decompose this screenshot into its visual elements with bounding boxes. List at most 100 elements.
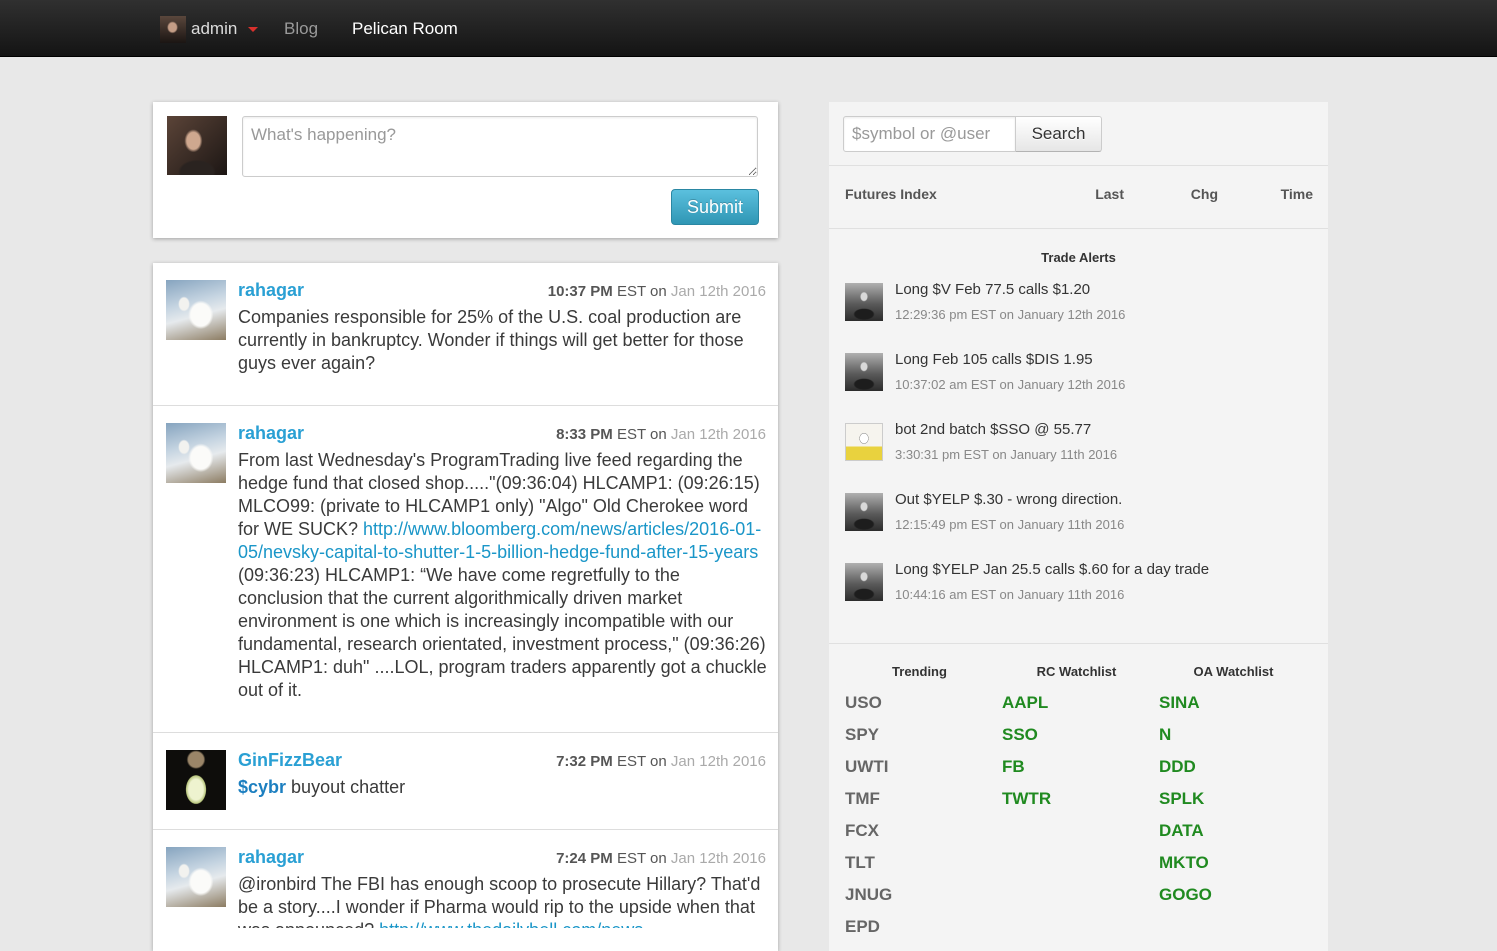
avatar <box>845 423 883 461</box>
post-text: Companies responsible for 25% of the U.S… <box>238 307 744 373</box>
trade-alerts-title: Trade Alerts <box>1041 250 1116 265</box>
watchlist-symbol[interactable]: EPD <box>841 911 998 943</box>
watchlist-symbol[interactable]: SPLK <box>1155 783 1312 815</box>
column-header-chg: Chg <box>1190 186 1218 202</box>
avatar[interactable] <box>166 423 226 483</box>
watchlists: Trending USO SPY UWTI TMF FCX TLT JNUG E… <box>829 644 1328 943</box>
post-timezone: EST on <box>616 850 667 867</box>
feed-post: rahagar 7:24 PM EST on Jan 12th 2016 @ir… <box>153 830 778 928</box>
trade-alert-item: Out $YELP $.30 - wrong direction. 12:15:… <box>845 491 1312 563</box>
trade-alert-timestamp: 10:44:16 am EST on January 11th 2016 <box>895 587 1125 602</box>
caret-down-icon <box>248 27 258 32</box>
trade-alert-content: Long $YELP Jan 25.5 calls $.60 for a day… <box>895 561 1209 602</box>
trade-alert-timestamp: 12:29:36 pm EST on January 12th 2016 <box>895 307 1126 322</box>
trade-alert-timestamp: 10:37:02 am EST on January 12th 2016 <box>895 377 1126 392</box>
watchlist-symbol[interactable]: SSO <box>998 719 1155 751</box>
feed-post: GinFizzBear 7:32 PM EST on Jan 12th 2016… <box>153 733 778 830</box>
column-header-futures-index: Futures Index <box>845 186 937 202</box>
sidebar: Search Futures Index Last Chg Time Trade… <box>829 102 1328 951</box>
feed-post: rahagar 8:33 PM EST on Jan 12th 2016 Fro… <box>153 406 778 733</box>
post-time: 8:33 PM <box>556 426 613 443</box>
search-button[interactable]: Search <box>1016 116 1102 152</box>
submit-button[interactable]: Submit <box>671 189 759 225</box>
trade-alert-content: Long $V Feb 77.5 calls $1.20 12:29:36 pm… <box>895 281 1125 322</box>
trade-alert-item: bot 2nd batch $SSO @ 55.77 3:30:31 pm ES… <box>845 421 1312 493</box>
column-header-last: Last <box>1095 186 1124 202</box>
post-body: From last Wednesday's ProgramTrading liv… <box>238 449 768 702</box>
trade-alert-text: bot 2nd batch $SSO @ 55.77 <box>895 421 1092 438</box>
post-timestamp[interactable]: 7:24 PM EST on Jan 12th 2016 <box>556 849 766 869</box>
watchlist-rc: RC Watchlist AAPL SSO FB TWTR <box>998 664 1155 943</box>
trade-alert-item: Long Feb 105 calls $DIS 1.95 10:37:02 am… <box>845 351 1312 423</box>
futures-table-header: Futures Index Last Chg Time <box>829 166 1328 228</box>
nav-link-pelican-room[interactable]: Pelican Room <box>352 18 458 40</box>
post-date: Jan 12th 2016 <box>670 753 766 770</box>
trade-alert-content: Out $YELP $.30 - wrong direction. 12:15:… <box>895 491 1124 532</box>
trade-alert-text: Long $YELP Jan 25.5 calls $.60 for a day… <box>895 561 1210 578</box>
post-date: Jan 12th 2016 <box>670 850 766 867</box>
avatar <box>845 283 883 321</box>
post-header: GinFizzBear 7:32 PM EST on Jan 12th 2016 <box>238 750 768 770</box>
cashtag-link[interactable]: $cybr <box>238 777 286 797</box>
avatar[interactable] <box>166 280 226 340</box>
watchlist-title: RC Watchlist <box>1036 664 1117 679</box>
watchlist-symbol[interactable]: FB <box>998 751 1155 783</box>
avatar[interactable] <box>166 847 226 907</box>
post-timestamp[interactable]: 7:32 PM EST on Jan 12th 2016 <box>556 752 766 772</box>
watchlist-symbol[interactable]: TWTR <box>998 783 1155 815</box>
watchlist-symbol[interactable]: TLT <box>841 847 998 879</box>
post-date: Jan 12th 2016 <box>670 426 766 443</box>
watchlist-symbol[interactable]: SPY <box>841 719 998 751</box>
watchlist-title: OA Watchlist <box>1193 664 1274 679</box>
post-timestamp[interactable]: 10:37 PM EST on Jan 12th 2016 <box>548 282 766 302</box>
post-header: rahagar 7:24 PM EST on Jan 12th 2016 <box>238 847 768 867</box>
watchlist-symbol[interactable]: USO <box>841 687 998 719</box>
status-input[interactable] <box>242 116 758 177</box>
post-timezone: EST on <box>616 426 667 443</box>
watchlist-symbol[interactable]: UWTI <box>841 751 998 783</box>
post-username[interactable]: rahagar <box>238 280 304 300</box>
post-timezone: EST on <box>616 753 667 770</box>
watchlist-symbol[interactable]: FCX <box>841 815 998 847</box>
post-username[interactable]: GinFizzBear <box>238 750 342 770</box>
avatar <box>160 16 186 43</box>
column-header-time: Time <box>1280 186 1313 202</box>
watchlist-symbol[interactable]: MKTO <box>1155 847 1312 879</box>
post-time: 10:37 PM <box>547 283 613 300</box>
watchlist-trending: Trending USO SPY UWTI TMF FCX TLT JNUG E… <box>841 664 998 943</box>
user-menu[interactable]: admin <box>160 16 260 43</box>
post-body: @ironbird The FBI has enough scoop to pr… <box>238 873 768 928</box>
post-date: Jan 12th 2016 <box>670 283 766 300</box>
feed-post: rahagar 10:37 PM EST on Jan 12th 2016 Co… <box>153 263 778 406</box>
watchlist-symbol[interactable]: JNUG <box>841 879 998 911</box>
avatar <box>845 493 883 531</box>
trade-alert-timestamp: 12:15:49 pm EST on January 11th 2016 <box>895 517 1125 532</box>
post-composer: Submit <box>153 102 778 238</box>
post-link[interactable]: http://www.thedailybell.com/news- <box>379 920 649 928</box>
post-header: rahagar 8:33 PM EST on Jan 12th 2016 <box>238 423 768 443</box>
watchlist-symbol[interactable]: DDD <box>1155 751 1312 783</box>
avatar <box>167 116 227 175</box>
trade-alert-item: Long $YELP Jan 25.5 calls $.60 for a day… <box>845 561 1312 633</box>
trade-alert-timestamp: 3:30:31 pm EST on January 11th 2016 <box>895 447 1118 462</box>
nav-link-blog[interactable]: Blog <box>284 18 318 40</box>
watchlist-symbol[interactable]: TMF <box>841 783 998 815</box>
search-input[interactable] <box>843 116 1016 152</box>
trade-alerts: Trade Alerts Long $V Feb 77.5 calls $1.2… <box>829 229 1328 643</box>
watchlist-symbol[interactable]: AAPL <box>998 687 1155 719</box>
watchlist-symbol[interactable]: SINA <box>1155 687 1312 719</box>
post-timestamp[interactable]: 8:33 PM EST on Jan 12th 2016 <box>556 425 766 445</box>
post-username[interactable]: rahagar <box>238 423 304 443</box>
post-header: rahagar 10:37 PM EST on Jan 12th 2016 <box>238 280 768 300</box>
post-username[interactable]: rahagar <box>238 847 304 867</box>
message-feed: rahagar 10:37 PM EST on Jan 12th 2016 Co… <box>153 263 778 951</box>
avatar <box>845 563 883 601</box>
trade-alert-text: Long Feb 105 calls $DIS 1.95 <box>895 351 1093 368</box>
watchlist-symbol[interactable]: GOGO <box>1155 879 1312 911</box>
avatar[interactable] <box>166 750 226 810</box>
watchlist-title: Trending <box>892 664 947 679</box>
trade-alert-text: Long $V Feb 77.5 calls $1.20 <box>895 281 1091 298</box>
watchlist-symbol[interactable]: N <box>1155 719 1312 751</box>
avatar <box>845 353 883 391</box>
watchlist-symbol[interactable]: DATA <box>1155 815 1312 847</box>
